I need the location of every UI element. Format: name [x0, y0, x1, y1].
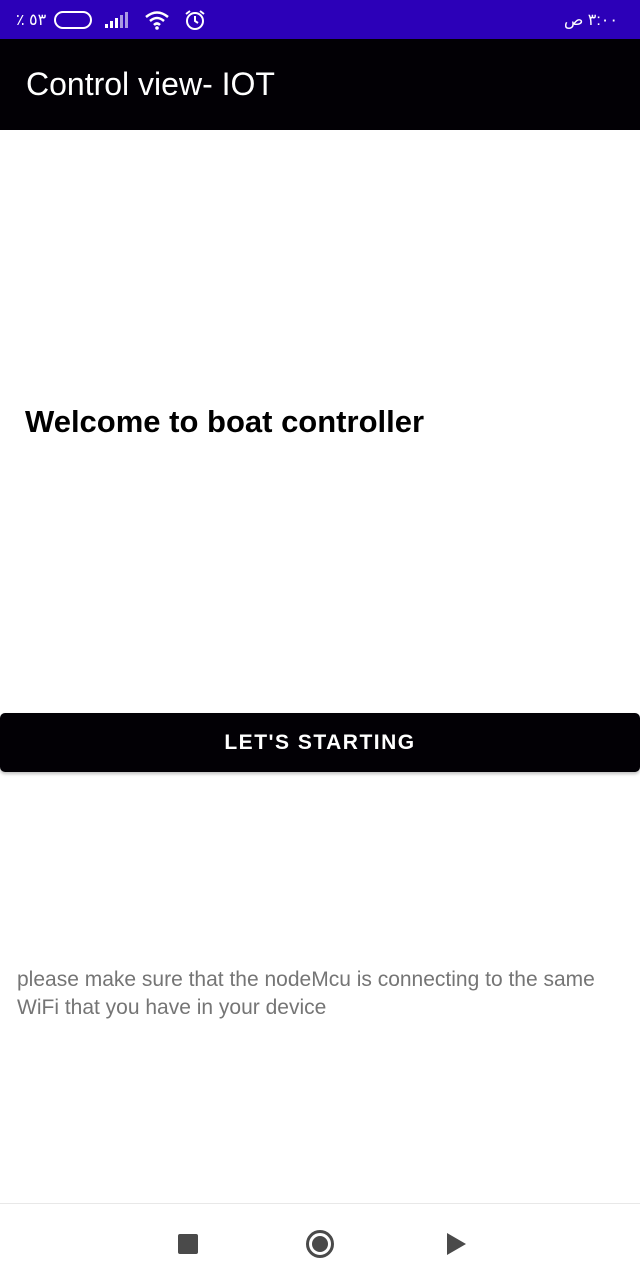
home-icon	[306, 1230, 334, 1258]
home-button[interactable]	[304, 1228, 336, 1260]
wifi-note-text: please make sure that the nodeMcu is con…	[17, 968, 595, 1019]
status-bar: ٪ ٥٣ ٣:٠٠ ص	[0, 0, 640, 39]
home-icon-dot	[312, 1236, 328, 1252]
clock-text: ٣:٠٠ ص	[563, 11, 618, 29]
signal-icon	[105, 11, 129, 28]
back-button[interactable]	[440, 1228, 472, 1260]
wifi-icon	[145, 10, 170, 30]
back-icon	[446, 1233, 466, 1255]
app-title: Control view- IOT	[26, 66, 275, 102]
battery-percent: ٪ ٥٣	[16, 11, 47, 29]
welcome-heading: Welcome to boat controller	[25, 404, 425, 439]
navigation-bar	[0, 1203, 640, 1280]
start-button[interactable]: LET'S STARTING	[0, 713, 640, 772]
recents-button[interactable]	[172, 1228, 204, 1260]
app-bar: Control view- IOT	[0, 39, 640, 130]
recents-icon	[178, 1234, 198, 1254]
alarm-icon	[185, 9, 205, 30]
battery-icon	[54, 10, 93, 29]
status-left-group: ٪ ٥٣	[16, 9, 206, 31]
